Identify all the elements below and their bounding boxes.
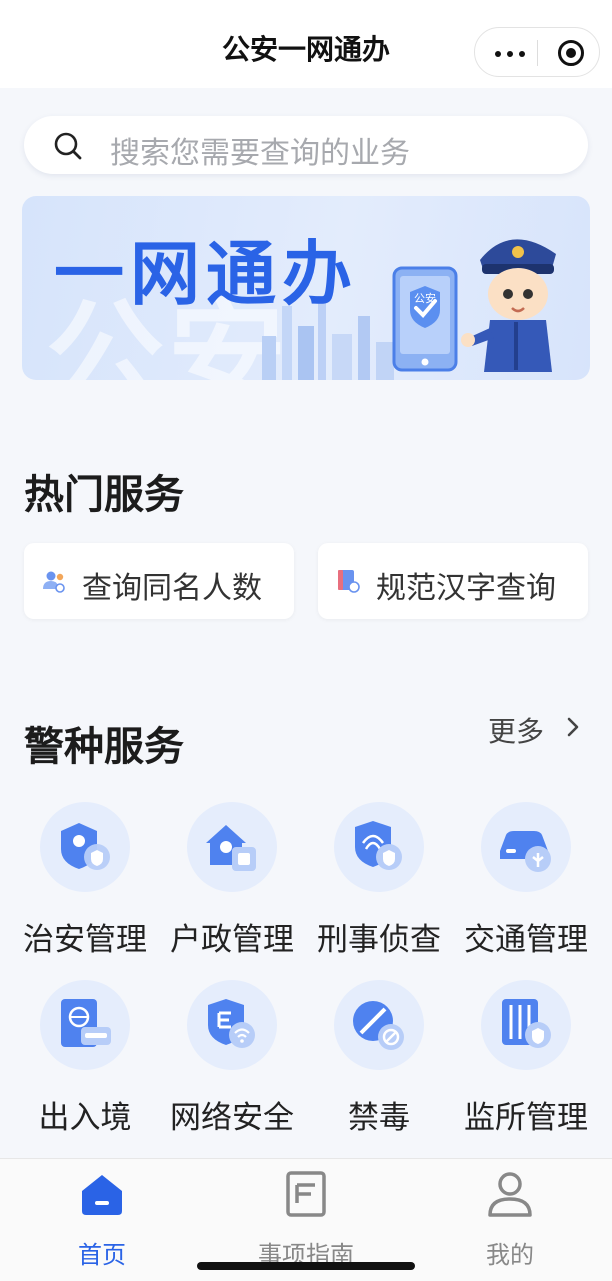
banner-title: 一网通办	[54, 233, 358, 315]
hot-service-label: 规范汉字查询	[376, 571, 556, 606]
user-icon	[488, 1172, 532, 1217]
service-anti-drug[interactable]: 禁毒	[305, 980, 453, 1140]
hot-service-label: 查询同名人数	[82, 571, 262, 606]
navigation-bar: 公安一网通办	[0, 0, 612, 88]
service-detention-management[interactable]: 监所管理	[452, 980, 600, 1140]
more-options-icon[interactable]	[495, 51, 525, 57]
service-household-registration[interactable]: 户政管理	[158, 802, 306, 962]
hot-service-chinese-char-query[interactable]: 规范汉字查询	[318, 543, 588, 619]
hot-service-same-name-query[interactable]: 查询同名人数	[24, 543, 294, 619]
service-label: 禁毒	[348, 1100, 410, 1136]
hot-services-title: 热门服务	[24, 472, 184, 518]
home-icon	[82, 1175, 122, 1215]
miniprogram-capsule	[474, 27, 600, 77]
phone-illustration	[392, 266, 458, 372]
police-mascot-illustration	[461, 239, 556, 372]
service-label: 出入境	[38, 1100, 132, 1136]
public-security-icon	[61, 823, 110, 870]
service-public-security[interactable]: 治安管理	[11, 802, 159, 962]
service-traffic-management[interactable]: 交通管理	[452, 802, 600, 962]
close-miniprogram-icon[interactable]	[558, 40, 584, 66]
car-icon	[500, 831, 551, 872]
dictionary-icon	[338, 570, 360, 593]
chevron-right-icon[interactable]	[566, 716, 580, 738]
police-services-title: 警种服务	[24, 724, 184, 770]
service-network-security[interactable]: 网络安全	[158, 980, 306, 1140]
promo-banner[interactable]: 公安 一网通办 公安	[22, 196, 590, 380]
service-exit-entry[interactable]: 出入境	[11, 980, 159, 1140]
service-label: 监所管理	[464, 1100, 588, 1136]
service-label: 网络安全	[170, 1100, 294, 1136]
tab-mine[interactable]: 我的	[408, 1159, 612, 1281]
anti-drug-icon	[353, 1001, 404, 1050]
service-label: 刑事侦查	[317, 922, 441, 958]
home-indicator	[197, 1262, 415, 1270]
household-icon	[206, 825, 256, 871]
service-label: 交通管理	[464, 922, 588, 958]
search-placeholder: 搜索您需要查询的业务	[110, 136, 410, 171]
service-label: 户政管理	[170, 922, 294, 958]
tab-label: 我的	[486, 1241, 534, 1269]
tab-label: 首页	[78, 1241, 126, 1269]
document-icon	[286, 1171, 326, 1217]
more-link[interactable]: 更多	[488, 710, 544, 750]
service-label: 治安管理	[23, 922, 147, 958]
people-search-icon	[43, 571, 65, 593]
search-icon	[54, 132, 82, 160]
network-security-icon	[208, 999, 255, 1048]
phone-badge-text: 公安	[414, 292, 436, 305]
prison-icon	[502, 999, 551, 1048]
passport-icon	[61, 999, 111, 1047]
fingerprint-icon	[355, 821, 402, 870]
capsule-divider	[537, 40, 538, 66]
tab-home[interactable]: 首页	[0, 1159, 204, 1281]
service-criminal-investigation[interactable]: 刑事侦查	[305, 802, 453, 962]
search-input[interactable]: 搜索您需要查询的业务	[24, 116, 588, 174]
